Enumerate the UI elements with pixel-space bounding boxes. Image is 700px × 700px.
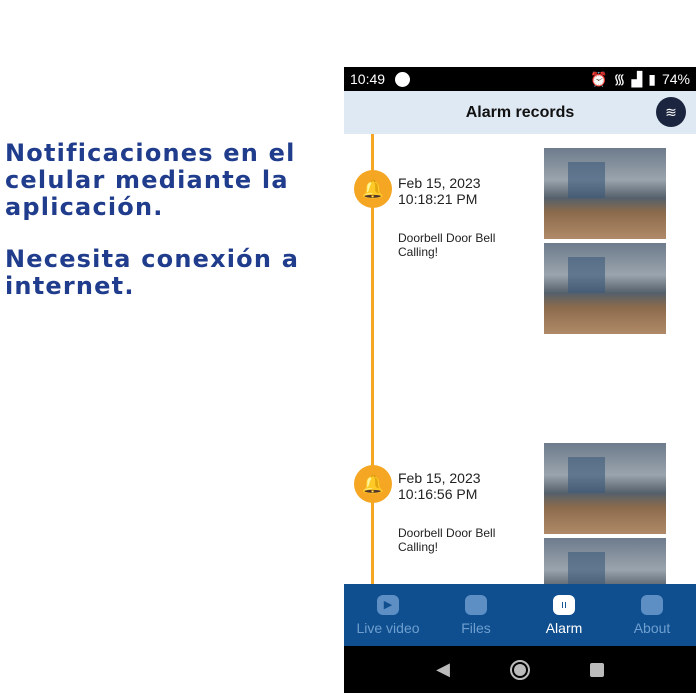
phone-screen: 10:49 ⏰ ᯾ ▟ ▮ 74% Alarm records ≋ 🔔 Feb … [344,67,696,693]
record-date: Feb 15, 2023 [398,175,481,191]
snapshot-thumbnail[interactable] [544,148,666,239]
system-nav-bar: ◀ [344,646,696,693]
app-header: Alarm records ≋ [344,91,696,134]
signal-icon: ▟ [631,70,643,87]
play-icon: ▶ [377,594,399,615]
alarm-clock-icon: ⏰ [590,70,608,87]
promo-line-internet: Necesita conexión a internet. [5,245,300,300]
bell-icon: 🔔 [354,465,392,503]
snapshot-thumbnail[interactable] [544,443,666,534]
battery-icon: ▮ [648,70,656,87]
bell-icon: 🔔 [354,170,392,208]
record-message: Doorbell Door Bell Calling! [398,526,496,554]
nav-files[interactable]: Files [432,584,520,646]
record-time: 10:18:21 PM [398,191,478,207]
promo-line-notifications: Notificaciones en el celular mediante la… [5,139,296,221]
record-message: Doorbell Door Bell Calling! [398,231,496,259]
nav-about[interactable]: About [608,584,696,646]
status-bar: 10:49 ⏰ ᯾ ▟ ▮ 74% [344,67,696,91]
snapshot-thumbnail[interactable] [544,243,666,334]
recents-icon[interactable] [589,662,604,677]
nav-alarm[interactable]: ıı Alarm [520,584,608,646]
page-title: Alarm records [465,103,575,121]
puzzle-icon [641,594,663,615]
bottom-nav: ▶ Live video Files ıı Alarm About [344,584,696,646]
alarm-icon: ıı [553,594,575,615]
alarm-timeline[interactable]: 🔔 Feb 15, 2023 10:18:21 PM Doorbell Door… [344,134,696,629]
notification-dot-icon [395,71,411,87]
nav-live-video[interactable]: ▶ Live video [344,584,432,646]
folder-icon [465,594,487,615]
home-icon[interactable] [509,659,530,680]
wifi-icon: ᯾ [613,70,626,87]
layers-icon[interactable]: ≋ [656,97,686,127]
back-icon[interactable]: ◀ [436,659,450,680]
clock: 10:49 [350,71,386,87]
battery-level: 74% [661,71,690,87]
promo-text: Notificaciones en el celular mediante la… [5,140,350,325]
record-date: Feb 15, 2023 [398,470,481,486]
record-time: 10:16:56 PM [398,486,478,502]
